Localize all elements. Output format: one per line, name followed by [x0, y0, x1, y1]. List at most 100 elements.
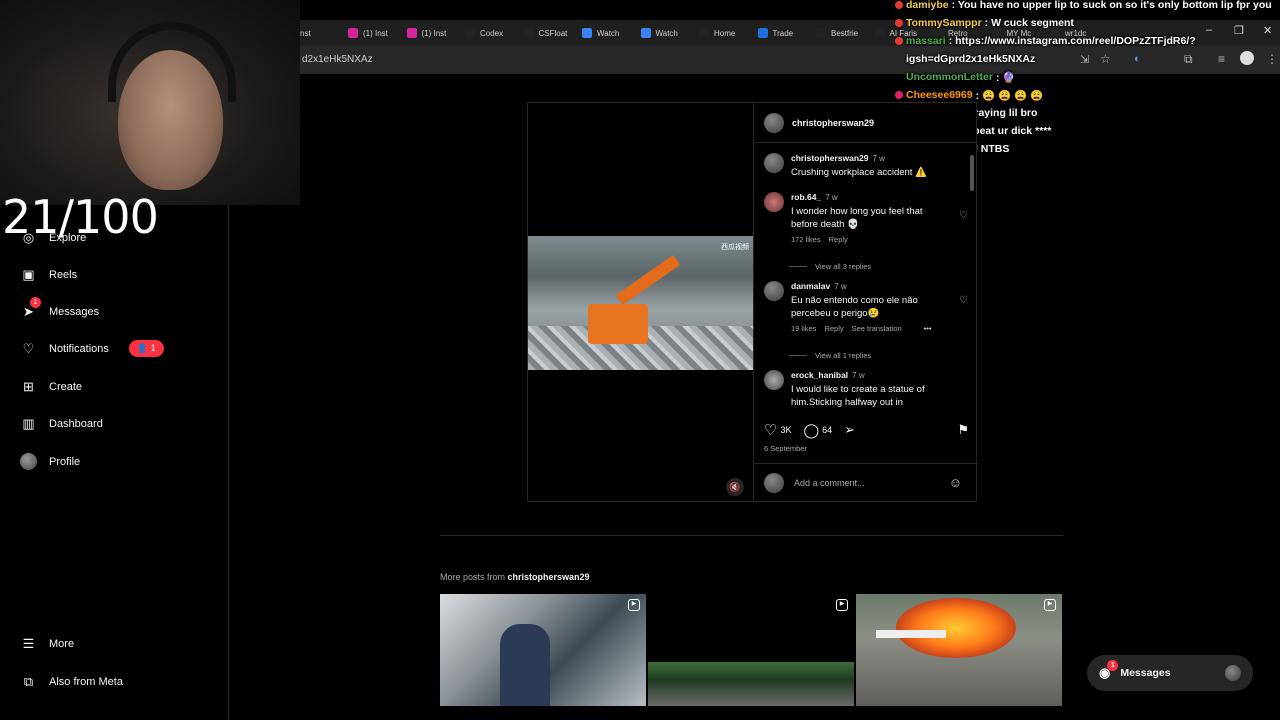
plane-graphic	[876, 630, 946, 638]
more-options-icon[interactable]: •••	[924, 324, 932, 333]
browser-tab[interactable]: Codex	[465, 24, 517, 42]
webcam-overlay	[0, 0, 300, 205]
browser-tab[interactable]: nst	[300, 24, 328, 42]
comment-username[interactable]: danmalav	[791, 281, 830, 291]
chat-text: : https://www.instagram.com/reel/DOPzZTF…	[948, 35, 1196, 47]
tab-label: Bestfrie	[831, 28, 859, 38]
caption-username[interactable]: christopherswan29	[791, 153, 868, 163]
view-replies-label[interactable]: View all 1 replies	[815, 351, 871, 360]
tab-favicon-icon	[816, 28, 826, 38]
chat-username: UncommonLetter	[906, 71, 993, 83]
nav-create[interactable]: ⊞ Create	[20, 378, 82, 395]
comment-icon[interactable]: ◯	[803, 422, 819, 439]
chat-username: damiybe	[906, 0, 949, 11]
chat-message: massari: https://www.instagram.com/reel/…	[895, 32, 1280, 50]
bookmark-icon[interactable]: ⚑	[957, 422, 969, 438]
messenger-icon: ◉ 1	[1099, 660, 1119, 681]
browser-tab[interactable]: Watch	[582, 24, 634, 42]
comment-time: 7 w	[834, 282, 847, 291]
post-thumbnail[interactable]: ▶	[856, 594, 1062, 706]
nav-explore[interactable]: ◎ Explore	[20, 229, 86, 246]
browser-tab[interactable]: CSFloat	[523, 24, 576, 42]
nav-messages[interactable]: ➤ 1 Messages	[20, 297, 99, 320]
chat-badge-icon	[895, 19, 903, 27]
tab-favicon-icon	[699, 28, 709, 38]
author-avatar[interactable]	[764, 112, 784, 133]
video-frame[interactable]: 西瓜视频	[528, 236, 753, 370]
chat-text: : You have no upper lip to suck on so it…	[951, 0, 1272, 11]
nav-reels[interactable]: ▣ Reels	[20, 266, 77, 283]
comment-username[interactable]: rob.64_	[791, 192, 821, 202]
like-count[interactable]: 3K	[780, 425, 791, 435]
comment-username[interactable]: erock_hanibal	[791, 370, 848, 380]
nav-also-from-meta[interactable]: ⧉ Also from Meta	[20, 673, 123, 690]
caption: christopherswan29 7 w Crushing workplace …	[764, 153, 964, 179]
tab-label: Codex	[480, 28, 504, 38]
post-header: christopherswan29	[754, 103, 978, 143]
chat-username: TommySamppr	[906, 17, 982, 29]
reply-button[interactable]: Reply	[824, 324, 843, 333]
tab-label: (1) Inst	[421, 28, 447, 38]
fire-graphic	[896, 598, 1016, 658]
comment-likes[interactable]: 19 likes	[791, 324, 816, 333]
comment-avatar[interactable]	[764, 281, 784, 301]
more-posts-author[interactable]: christopherswan29	[508, 572, 590, 582]
comments-list[interactable]: christopherswan29 7 w Crushing workplace …	[754, 147, 978, 409]
chat-message: TommySamppr: W cuck segment	[895, 14, 1280, 32]
notification-pill[interactable]: 👤 1	[128, 340, 164, 357]
comment-likes[interactable]: 172 likes	[791, 235, 821, 244]
like-icon[interactable]: ♡	[764, 421, 777, 439]
comments-scrollbar[interactable]	[970, 155, 974, 191]
comment-avatar[interactable]	[764, 370, 784, 390]
see-translation-button[interactable]: See translation	[852, 324, 902, 333]
tab-favicon-icon	[582, 28, 592, 38]
reel-icon: ▶	[1044, 599, 1056, 611]
post-thumbnail[interactable]: ▶	[648, 594, 854, 706]
view-replies-label[interactable]: View all 3 replies	[815, 262, 871, 271]
browser-tab[interactable]: Home	[699, 24, 751, 42]
post-media[interactable]: 西瓜视频 🔇	[528, 103, 753, 501]
browser-tab[interactable]: Trade	[757, 24, 810, 42]
messages-badge: 1	[30, 297, 41, 308]
tab-favicon-icon	[406, 28, 417, 38]
author-username[interactable]: christopherswan29	[792, 118, 874, 128]
reels-icon: ▣	[22, 266, 35, 282]
comment-count[interactable]: 64	[822, 425, 832, 435]
add-comment-bar[interactable]: Add a comment... ☺	[754, 463, 978, 501]
add-comment-input[interactable]: Add a comment...	[794, 478, 865, 488]
nav-dashboard[interactable]: ▥ Dashboard	[20, 415, 103, 432]
nav-label: Also from Meta	[49, 675, 123, 688]
browser-tab[interactable]: (1) Inst	[406, 24, 459, 42]
reply-button[interactable]: Reply	[829, 235, 848, 244]
messages-floating-button[interactable]: ◉ 1 Messages	[1087, 655, 1253, 691]
browser-tab[interactable]: Watch	[640, 24, 693, 42]
nav-notifications[interactable]: ♡ Notifications 👤 1	[20, 340, 164, 357]
section-divider	[440, 535, 1063, 536]
nav-label: Reels	[49, 268, 78, 281]
like-comment-icon[interactable]: ♡	[959, 210, 968, 221]
chat-message: UncommonLetter: 🔮	[895, 68, 1280, 86]
comment-avatar[interactable]	[764, 192, 784, 212]
mute-icon[interactable]: 🔇	[726, 478, 744, 496]
post-thumbnail[interactable]: ▶	[440, 594, 646, 706]
nav-more[interactable]: ☰ More	[20, 635, 74, 652]
nav-profile[interactable]: Profile	[20, 453, 80, 470]
comment-text: I would like to create a statue of him.S…	[791, 384, 925, 408]
chat-message: igsh=dGprd2x1eHk5NXAz	[895, 50, 1280, 68]
post-date: 6 September	[764, 444, 807, 453]
view-replies-button[interactable]: View all 1 replies	[789, 351, 871, 360]
avatar-stack	[1225, 665, 1241, 681]
tab-label: Trade	[772, 28, 794, 38]
share-icon[interactable]: ➢	[844, 422, 855, 438]
like-comment-icon[interactable]: ♡	[959, 295, 968, 306]
browser-tab[interactable]: Bestfrie	[816, 24, 868, 42]
view-replies-button[interactable]: View all 3 replies	[789, 262, 871, 271]
url-text[interactable]: d2x1eHk5NXAz	[302, 54, 373, 65]
emoji-icon[interactable]: ☺	[949, 475, 962, 490]
comment-item: erock_hanibal 7 w I would like to create …	[764, 370, 964, 409]
browser-tab[interactable]: (1) Inst	[348, 24, 400, 42]
comment-time: 7 w	[852, 371, 865, 380]
nav-label: Dashboard	[49, 417, 103, 430]
chat-text: : 🔮	[995, 71, 1016, 84]
caption-avatar[interactable]	[764, 153, 784, 173]
